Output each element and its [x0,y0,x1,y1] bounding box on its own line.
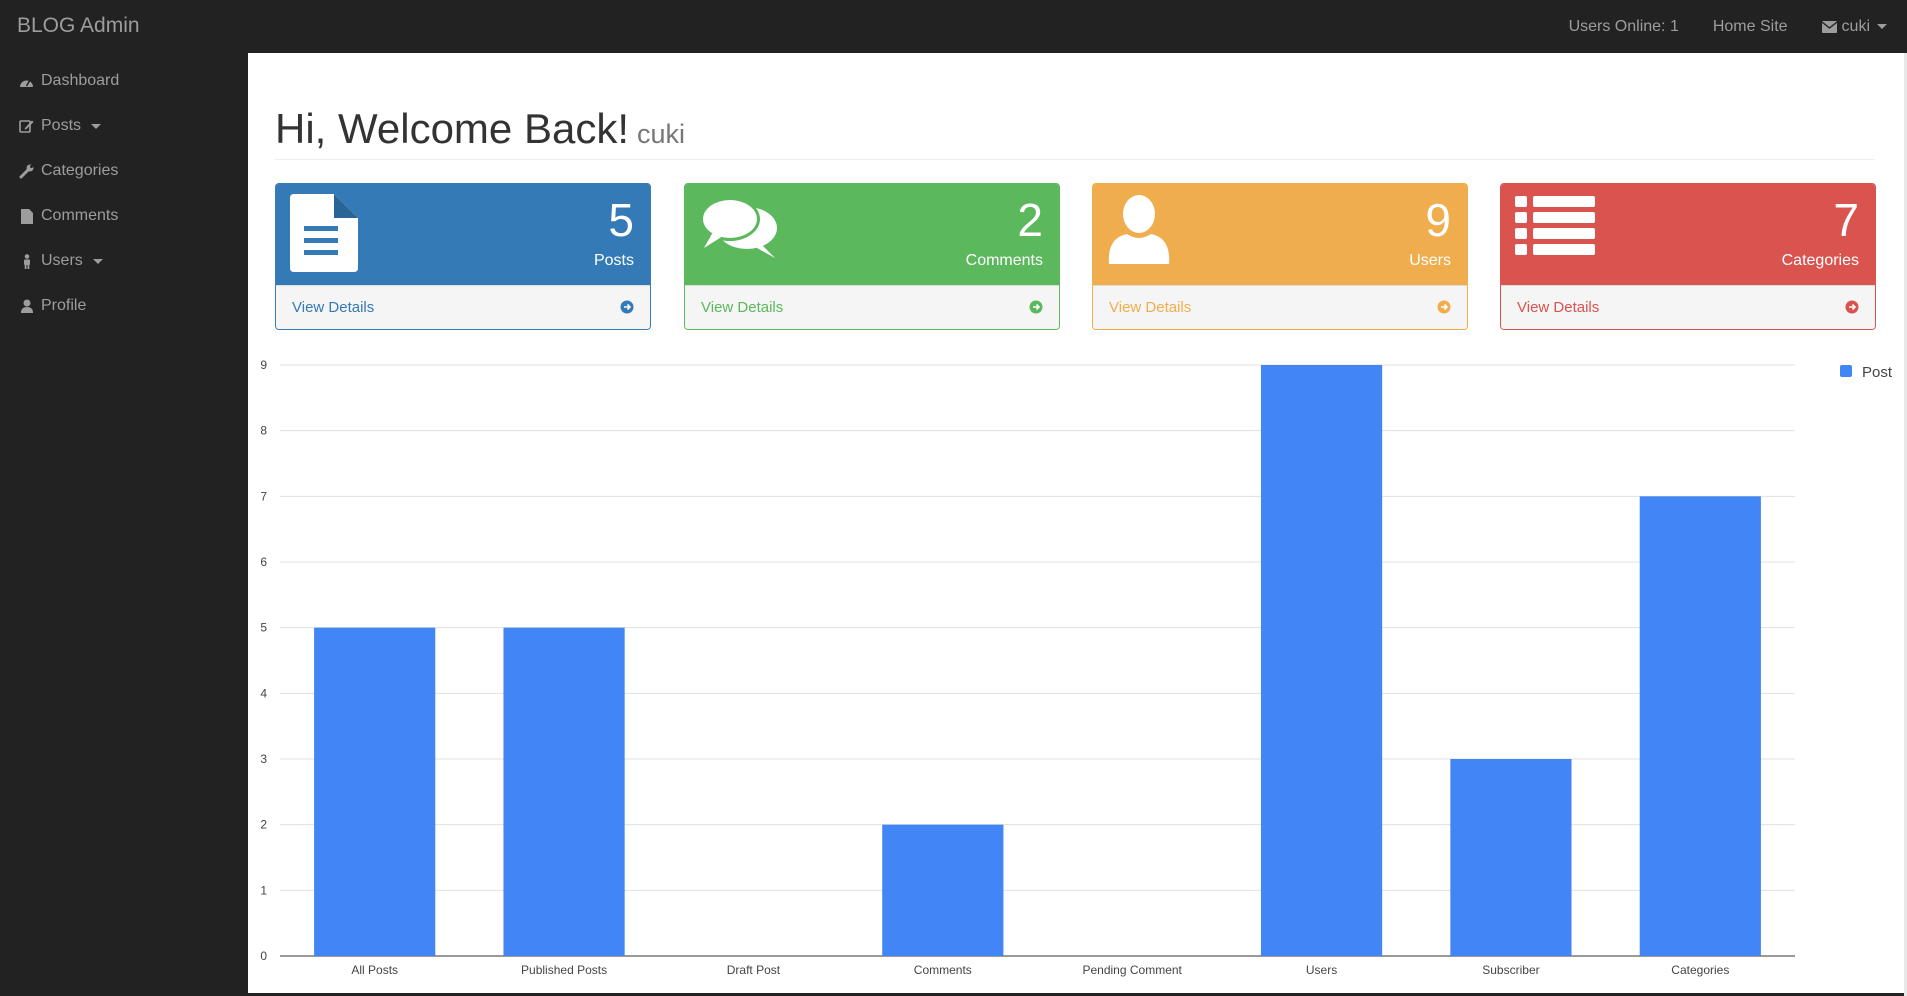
chevron-down-icon [92,258,103,264]
y-tick-label: 4 [260,686,267,700]
top-navbar: BLOG Admin Users Online: 1 Home Site cuk… [0,0,1907,54]
arrow-circle-right-icon [1437,300,1451,314]
users-label: Users [1409,252,1451,269]
x-tick-label: Pending Comment [1082,963,1182,977]
list-icon [1515,196,1595,255]
y-tick-label: 8 [260,424,267,438]
comments-panel: 2 Comments View Details [684,183,1060,330]
user-icon [19,299,34,314]
x-tick-label: Subscriber [1482,963,1539,977]
users-online-link[interactable]: Users Online: 1 [1569,18,1679,36]
posts-view-details[interactable]: View Details [276,285,650,329]
sidebar-item-label: Users [41,252,83,269]
view-details-link[interactable]: View Details [701,299,783,316]
page-title: Hi, Welcome Back! cuki [275,105,685,153]
x-tick-label: Draft Post [727,963,781,977]
file-icon [19,208,34,224]
y-tick-label: 7 [260,489,267,503]
wrench-icon [19,164,34,179]
sidebar-item-posts[interactable]: Posts [19,114,102,138]
welcome-heading: Hi, Welcome Back! [275,105,629,152]
bar[interactable] [1639,496,1761,956]
sidebar-item-comments[interactable]: Comments [19,204,118,228]
user-dropdown[interactable]: cuki [1821,17,1887,36]
comments-label: Comments [965,252,1043,269]
sidebar-item-label: Profile [41,297,87,314]
welcome-username: cuki [637,119,686,149]
sidebar-item-profile[interactable]: Profile [19,294,86,318]
posts-label: Posts [593,252,634,269]
user-male-icon [19,253,34,269]
comments-icon [700,197,777,258]
categories-panel-heading: 7 Categories [1501,184,1875,285]
comments-panel-heading: 2 Comments [685,184,1059,285]
chevron-down-icon [1877,24,1887,29]
bar[interactable] [882,824,1004,956]
sidebar-item-label: Posts [41,117,82,134]
user-name: cuki [1841,17,1870,35]
bar[interactable] [314,627,436,956]
y-tick-label: 2 [260,818,267,832]
posts-count: 5 [608,194,634,246]
dashboard-icon [19,74,34,89]
top-nav: Users Online: 1 Home Site cuki [1535,0,1887,53]
home-site-link[interactable]: Home Site [1713,18,1788,36]
legend-swatch [1840,365,1852,377]
edit-icon [19,119,34,134]
y-tick-label: 3 [260,752,267,766]
comments-count: 2 [1017,194,1043,246]
x-tick-label: Users [1306,963,1337,977]
comments-view-details[interactable]: View Details [685,285,1059,329]
categories-view-details[interactable]: View Details [1501,285,1875,329]
categories-panel: 7 Categories View Details [1500,183,1876,330]
y-tick-label: 5 [260,621,267,635]
categories-count: 7 [1833,194,1859,246]
brand-link[interactable]: BLOG Admin [17,14,140,38]
sidebar: Dashboard Posts Categories Comments User… [0,53,248,996]
bar-chart: 0 1 2 3 4 5 6 7 8 9 All Posts Published Posts Draft … [260,358,1893,977]
sidebar-item-users[interactable]: Users [19,249,103,273]
view-details-link[interactable]: View Details [292,299,374,316]
y-tick-label: 0 [260,949,267,963]
envelope-icon [1821,20,1837,33]
user-icon [1108,195,1170,264]
y-tick-label: 6 [260,555,267,569]
y-tick-label: 9 [260,358,267,372]
x-tick-label: All Posts [351,963,398,977]
title-divider [275,159,1875,160]
sidebar-item-label: Categories [41,162,119,179]
x-tick-label: Categories [1671,963,1729,977]
y-tick-label: 1 [260,883,267,897]
arrow-circle-right-icon [1029,300,1043,314]
bar[interactable] [1260,365,1383,956]
users-count: 9 [1425,194,1451,246]
users-panel: 9 Users View Details [1092,183,1468,330]
sidebar-item-dashboard[interactable]: Dashboard [19,69,119,93]
x-tick-label: Published Posts [521,963,607,977]
view-details-link[interactable]: View Details [1517,299,1599,316]
arrow-circle-right-icon [620,300,634,314]
users-view-details[interactable]: View Details [1093,285,1467,329]
sidebar-item-categories[interactable]: Categories [19,159,118,183]
chevron-down-icon [91,123,102,129]
bar[interactable] [1450,759,1572,956]
arrow-circle-right-icon [1845,300,1859,314]
x-tick-label: Comments [914,963,972,977]
file-text-icon [290,194,358,272]
sidebar-item-label: Comments [41,207,119,224]
posts-panel-heading: 5 Posts [276,184,650,285]
legend-label: Post [1862,364,1893,381]
view-details-link[interactable]: View Details [1109,299,1191,316]
bar[interactable] [503,627,625,956]
users-panel-heading: 9 Users [1093,184,1467,285]
categories-label: Categories [1781,252,1859,269]
posts-panel: 5 Posts View Details [275,183,651,330]
main-content: Hi, Welcome Back! cuki 5 Posts View Detai… [248,53,1904,993]
sidebar-item-label: Dashboard [41,72,120,89]
